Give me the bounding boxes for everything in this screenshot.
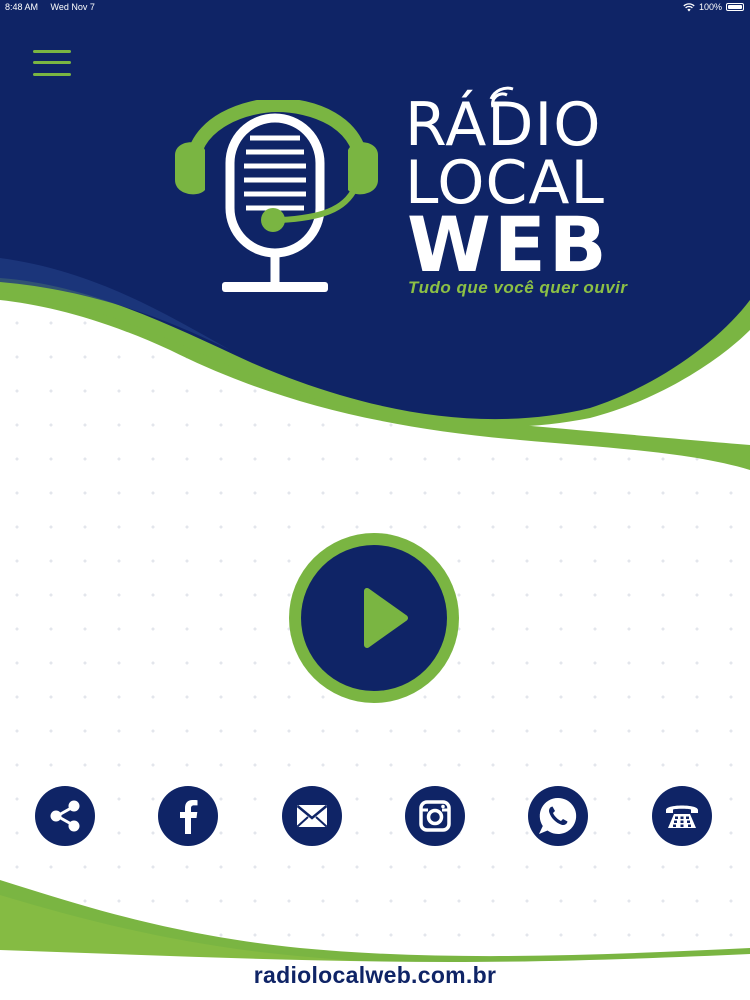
whatsapp-button[interactable] xyxy=(528,786,588,846)
play-button-inner xyxy=(301,545,447,691)
wifi-icon xyxy=(683,2,695,11)
share-button[interactable] xyxy=(35,786,95,846)
battery-icon xyxy=(726,3,744,11)
app-screen: 8:48 AM Wed Nov 7 100% RÁDIO LOCAL WEB T… xyxy=(0,0,750,1000)
instagram-icon xyxy=(419,800,451,832)
facebook-button[interactable] xyxy=(158,786,218,846)
logo-tagline: Tudo que você quer ouvir xyxy=(408,278,628,297)
telephone-icon xyxy=(666,805,698,828)
logo-line-web: WEB xyxy=(407,200,610,289)
share-icon xyxy=(50,800,80,832)
signal-wave-icon xyxy=(489,86,514,108)
instagram-button[interactable] xyxy=(405,786,465,846)
status-time: 8:48 AM xyxy=(5,2,39,12)
microphone-headset-icon xyxy=(175,100,378,292)
facebook-icon xyxy=(180,800,198,834)
play-button[interactable] xyxy=(289,533,459,703)
email-button[interactable] xyxy=(282,786,342,846)
whatsapp-icon xyxy=(539,797,577,834)
website-link[interactable]: radiolocalweb.com.br xyxy=(0,962,750,989)
status-bar: 8:48 AM Wed Nov 7 100% xyxy=(0,0,750,14)
mail-icon xyxy=(296,805,328,828)
hamburger-menu-icon[interactable] xyxy=(33,48,71,80)
play-icon xyxy=(364,588,408,648)
telephone-button[interactable] xyxy=(652,786,712,846)
battery-percent: 100% xyxy=(698,2,722,12)
status-date: Wed Nov 7 xyxy=(50,2,95,12)
